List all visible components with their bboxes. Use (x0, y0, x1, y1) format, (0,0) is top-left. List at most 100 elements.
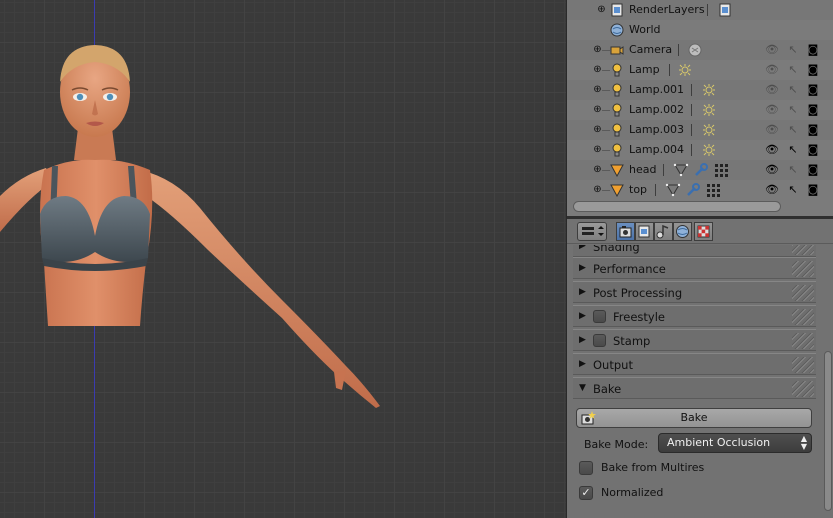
selectable-cursor-icon[interactable]: ↖ (787, 183, 799, 196)
outliner-row-label: Lamp.004 (629, 143, 685, 156)
expand-icon[interactable]: ⊕ (593, 45, 602, 55)
lamp-icon (610, 63, 624, 77)
render-tab[interactable] (616, 222, 635, 241)
expand-icon[interactable]: ⊕ (593, 105, 602, 115)
tree-line (602, 90, 610, 91)
panel-stamp[interactable]: ▶ Stamp (573, 329, 816, 351)
drag-grip-icon[interactable] (792, 357, 814, 373)
selectable-cursor-icon[interactable]: ↖ (787, 63, 799, 76)
selectable-cursor-icon[interactable]: ↖ (787, 43, 799, 56)
renderable-camera-icon[interactable]: ◙ (807, 143, 819, 156)
outliner[interactable]: ⊕ RenderLayers World ⊕ Camera 👁 ↖ ◙ ⊕ La… (567, 0, 833, 218)
outliner-row-renderlayers[interactable]: ⊕ RenderLayers (567, 0, 833, 20)
renderable-camera-icon[interactable]: ◙ (807, 63, 819, 76)
drag-grip-icon[interactable] (792, 333, 814, 349)
expand-triangle-icon: ▶ (579, 335, 586, 345)
bake-from-multires-checkbox[interactable] (579, 461, 593, 475)
mesh-data-icon (665, 183, 681, 197)
expand-triangle-icon: ▶ (579, 359, 586, 369)
expand-icon[interactable]: ⊕ (593, 165, 602, 175)
visibility-eye-icon[interactable]: 👁 (765, 103, 779, 116)
expand-triangle-icon: ▶ (579, 263, 586, 273)
tree-line (602, 150, 610, 151)
panel-post-processing[interactable]: ▶ Post Processing (573, 281, 816, 303)
divider (669, 64, 670, 76)
outliner-row-camera[interactable]: ⊕ Camera 👁 ↖ ◙ (567, 40, 833, 60)
render-layers-tab[interactable] (635, 222, 654, 241)
texture-checker-icon (697, 225, 710, 238)
outliner-row-label: head (629, 163, 657, 176)
renderable-camera-icon[interactable]: ◙ (807, 123, 819, 136)
editor-type-button[interactable] (577, 222, 607, 241)
selectable-cursor-icon[interactable]: ↖ (787, 83, 799, 96)
visibility-eye-icon[interactable]: 👁 (765, 143, 779, 156)
3d-viewport[interactable] (0, 0, 566, 518)
outliner-row-world[interactable]: World (567, 20, 833, 40)
properties-vertical-scrollbar[interactable] (824, 351, 832, 511)
outliner-row-head[interactable]: ⊕ head 👁 ↖ ◙ (567, 160, 833, 180)
freestyle-enable-checkbox[interactable] (593, 310, 606, 323)
panel-title: Freestyle (613, 310, 665, 324)
bake-button-label: Bake (680, 411, 708, 424)
bake-mode-dropdown[interactable]: Ambient Occlusion ▲ ▼ (658, 433, 812, 453)
outliner-row-lamp-001[interactable]: ⊕ Lamp.001 👁 ↖ ◙ (567, 80, 833, 100)
bake-button[interactable]: Bake (576, 408, 812, 428)
stamp-enable-checkbox[interactable] (593, 334, 606, 347)
dropdown-arrows-icon: ▲ ▼ (800, 434, 807, 451)
lamp-data-icon (701, 143, 717, 157)
panel-output[interactable]: ▶ Output (573, 353, 816, 375)
renderable-camera-icon[interactable]: ◙ (807, 43, 819, 56)
texture-tab[interactable] (694, 222, 713, 241)
lamp-data-icon (701, 103, 717, 117)
visibility-eye-icon[interactable]: 👁 (765, 183, 779, 196)
drag-grip-icon[interactable] (792, 381, 814, 397)
outliner-row-lamp-003[interactable]: ⊕ Lamp.003 👁 ↖ ◙ (567, 120, 833, 140)
renderable-camera-icon[interactable]: ◙ (807, 83, 819, 96)
selectable-cursor-icon[interactable]: ↖ (787, 163, 799, 176)
normalized-checkbox[interactable]: ✓ (579, 486, 593, 500)
panel-title: Output (593, 358, 633, 372)
drag-grip-icon[interactable] (792, 309, 814, 325)
visibility-eye-icon[interactable]: 👁 (765, 43, 779, 56)
expand-icon[interactable]: ⊕ (593, 185, 602, 195)
properties-editor[interactable]: ▶ Shading ▶ Performance ▶ Post Processin… (567, 245, 833, 518)
renderable-camera-icon[interactable]: ◙ (807, 183, 819, 196)
expand-icon[interactable]: ⊕ (597, 5, 606, 15)
drag-grip-icon[interactable] (792, 261, 814, 277)
visibility-eye-icon[interactable]: 👁 (765, 123, 779, 136)
right-editor-area: ⊕ RenderLayers World ⊕ Camera 👁 ↖ ◙ ⊕ La… (566, 0, 833, 518)
drag-grip-icon[interactable] (792, 245, 814, 255)
scene-tab[interactable] (654, 222, 673, 241)
selectable-cursor-icon[interactable]: ↖ (787, 143, 799, 156)
visibility-eye-icon[interactable]: 👁 (765, 83, 779, 96)
outliner-row-top[interactable]: ⊕ top 👁 ↖ ◙ (567, 180, 833, 200)
expand-icon[interactable]: ⊕ (593, 85, 602, 95)
visibility-eye-icon[interactable]: 👁 (765, 63, 779, 76)
divider (691, 124, 692, 136)
divider (691, 84, 692, 96)
render-camera-icon (580, 411, 596, 425)
tree-line (602, 110, 610, 111)
panel-title: Stamp (613, 334, 651, 348)
divider (663, 164, 664, 176)
renderable-camera-icon[interactable]: ◙ (807, 163, 819, 176)
panel-freestyle[interactable]: ▶ Freestyle (573, 305, 816, 327)
outliner-row-lamp[interactable]: ⊕ Lamp 👁 ↖ ◙ (567, 60, 833, 80)
expand-icon[interactable]: ⊕ (593, 145, 602, 155)
panel-shading[interactable]: ▶ Shading (573, 245, 816, 257)
selectable-cursor-icon[interactable]: ↖ (787, 103, 799, 116)
material-grid-icon (713, 163, 729, 177)
outliner-horizontal-scrollbar[interactable] (573, 201, 781, 212)
panel-bake[interactable]: ▼ Bake (573, 377, 816, 399)
selectable-cursor-icon[interactable]: ↖ (787, 123, 799, 136)
expand-icon[interactable]: ⊕ (593, 65, 602, 75)
outliner-row-lamp-002[interactable]: ⊕ Lamp.002 👁 ↖ ◙ (567, 100, 833, 120)
panel-performance[interactable]: ▶ Performance (573, 257, 816, 279)
outliner-row-lamp-004[interactable]: ⊕ Lamp.004 👁 ↖ ◙ (567, 140, 833, 160)
visibility-eye-icon[interactable]: 👁 (765, 163, 779, 176)
outliner-row-label: Lamp.001 (629, 83, 685, 96)
renderable-camera-icon[interactable]: ◙ (807, 103, 819, 116)
world-tab[interactable] (673, 222, 692, 241)
expand-icon[interactable]: ⊕ (593, 125, 602, 135)
drag-grip-icon[interactable] (792, 285, 814, 301)
